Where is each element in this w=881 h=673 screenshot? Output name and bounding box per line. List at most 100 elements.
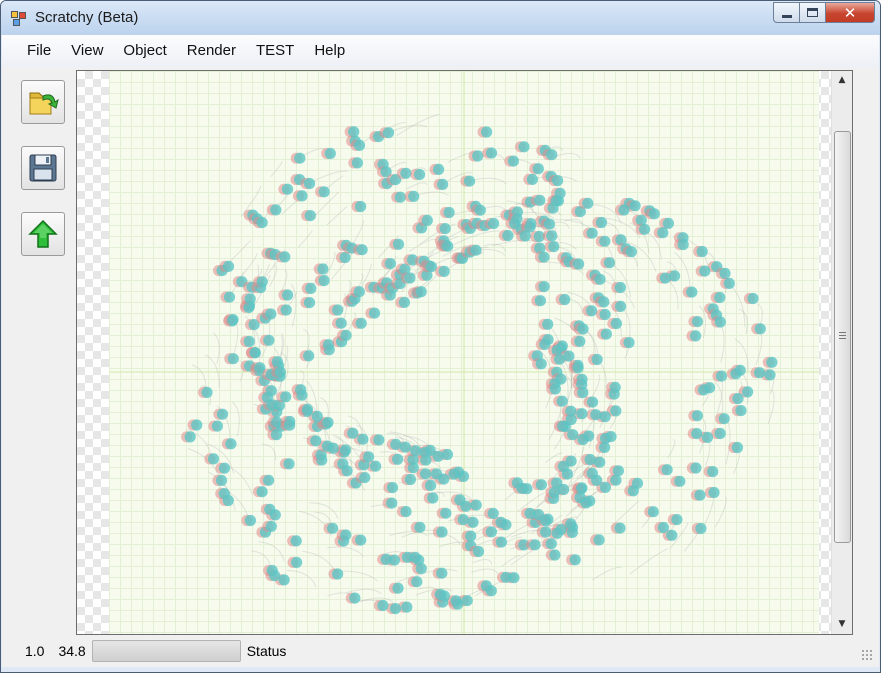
dot [599,441,611,453]
dot [511,477,523,489]
dot [280,391,292,403]
maximize-button[interactable] [800,2,826,23]
menu-render[interactable]: Render [177,35,246,67]
dot [608,388,620,400]
dot [355,317,367,329]
drawing-canvas[interactable] [109,71,819,634]
dot [425,479,437,491]
app-icon [11,11,27,27]
stereo-dot-render [109,71,819,634]
dot [440,507,452,519]
dot [548,486,560,498]
arc-stroke [554,152,581,159]
dot [542,318,554,330]
dot [548,241,560,253]
dot [384,258,396,270]
dot [629,200,641,212]
dot [290,535,302,547]
dot [691,428,703,440]
resize-grip-icon[interactable] [861,649,873,661]
dot [577,323,589,335]
dot [438,265,450,277]
dot [442,240,454,252]
render-viewport[interactable]: ▲ ▼ [76,70,853,635]
dot [695,522,707,535]
arc-stroke [205,354,220,388]
minimize-button[interactable] [773,2,800,23]
dot [707,466,719,478]
dot [586,227,598,239]
dot [615,300,627,312]
dot [519,230,531,242]
dot [657,227,669,239]
arc-stroke [727,283,746,328]
save-button[interactable] [21,146,65,190]
scroll-down-icon[interactable]: ▼ [836,618,848,630]
dot [495,536,507,548]
dot [599,411,611,423]
arc-stroke [291,283,297,327]
upload-button[interactable] [21,212,65,256]
dot [443,206,455,219]
dot [411,576,423,588]
dot [507,155,519,167]
arc-stroke [471,568,499,574]
dot [500,571,512,583]
arc-stroke [767,389,775,425]
dot [540,526,552,538]
dot [708,486,720,499]
dot [322,416,334,429]
dot [472,150,484,162]
dot [264,503,276,515]
dot [701,431,714,443]
dot [311,410,323,422]
arc-stroke [453,230,500,245]
dot [487,507,499,519]
dot [556,395,568,407]
dot [535,358,547,370]
dot [586,467,598,479]
dot [714,291,726,304]
dot [569,554,581,566]
dot [470,499,482,511]
dot [433,163,445,175]
arc-stroke [327,546,364,558]
dot [191,419,203,431]
menu-test[interactable]: TEST [246,35,304,67]
dot [599,308,611,321]
menu-view[interactable]: View [61,35,113,67]
dot [463,175,476,187]
close-button[interactable]: ✕ [826,2,875,23]
dot [321,440,333,452]
menu-help[interactable]: Help [304,35,355,67]
value-readout: 34.8 [58,643,86,659]
dot [318,275,330,287]
dot [303,177,316,190]
dot [318,186,330,198]
dot [577,387,589,399]
title-bar[interactable]: Scratchy (Beta) ✕ [1,1,880,35]
dot [215,474,228,486]
scroll-thumb[interactable] [834,131,851,543]
status-bar: 1.0 34.8 Status [2,635,879,667]
dot [599,235,611,247]
close-icon: ✕ [843,3,857,22]
dot [590,409,602,421]
dot [201,386,213,398]
dot [271,356,283,368]
dot [348,126,360,138]
vertical-scrollbar[interactable]: ▲ ▼ [831,71,852,634]
menu-object[interactable]: Object [113,35,176,67]
dot [480,580,492,592]
dot [661,464,673,476]
dot [263,474,275,486]
menu-file[interactable]: File [18,35,61,67]
status-text: Status [246,643,287,659]
dot [551,527,563,539]
dot [582,197,594,209]
dot [551,477,563,489]
dot [386,497,398,509]
scroll-up-icon[interactable]: ▲ [836,74,848,86]
open-button[interactable] [21,80,65,124]
dot [546,230,558,242]
